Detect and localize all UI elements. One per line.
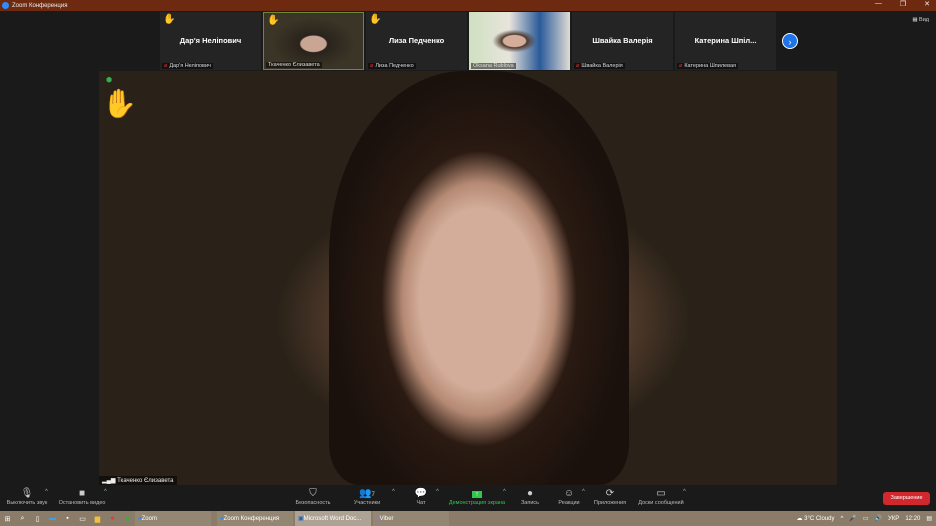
shield-icon: ⬢ — [106, 77, 113, 84]
search-icon[interactable]: ⌕ — [15, 515, 30, 523]
volume-icon[interactable]: 🔊 — [875, 515, 882, 522]
taskbar-word[interactable]: ▣ Microsoft Word Doc... — [295, 511, 371, 526]
participants-button[interactable]: 👥7 Участники — [337, 488, 397, 506]
close-button[interactable]: ✕ — [924, 0, 930, 8]
raised-hand-icon: ✋ — [102, 88, 137, 119]
participants-icon: 👥7 — [359, 488, 375, 499]
meeting-toolbar: 🎙 Выключить звук ^ ■ Остановить видео ^ ⛉ Б… — [0, 485, 936, 511]
keyboard-icon[interactable]: ▭ — [75, 515, 90, 523]
cloud-icon: ☁ — [796, 516, 805, 522]
taskbar-zoom[interactable]: ● Zoom — [135, 511, 211, 526]
next-page-button[interactable]: › — [782, 33, 798, 49]
clock[interactable]: 12:20 — [905, 516, 920, 522]
maximize-button[interactable]: ❐ — [900, 0, 906, 8]
muted-mic-icon: ⌀ — [370, 63, 374, 69]
minimize-button[interactable]: — — [875, 0, 882, 8]
camera-icon: ■ — [78, 488, 86, 499]
chat-icon: 💬 — [414, 488, 428, 499]
video-options-caret[interactable]: ^ — [104, 489, 107, 495]
participant-tile[interactable]: Швайка Валерія ⌀ Швайка Валерія — [572, 12, 673, 70]
signal-icon: ▂▄▆ — [102, 478, 118, 484]
raised-hand-icon: ✋ — [267, 15, 280, 26]
participant-tile[interactable]: Oksana Rublova — [469, 12, 570, 70]
muted-mic-icon: ⌀ — [164, 63, 168, 69]
window-title: Zoom Конференция — [12, 2, 68, 9]
taskbar-zoom-meeting[interactable]: ● Zoom Конференция — [217, 511, 293, 526]
windows-start-icon[interactable]: ⊞ — [0, 515, 15, 523]
chat-options-caret[interactable]: ^ — [436, 489, 439, 495]
language-indicator[interactable]: УКР — [888, 516, 899, 522]
view-button[interactable]: ▦ Вид — [912, 17, 929, 23]
participant-name: Лиза Педченко — [388, 36, 445, 45]
zoom-logo-icon — [2, 2, 9, 9]
mute-button[interactable]: 🎙 Выключить звук — [0, 488, 57, 506]
raised-hand-icon: ✋ — [369, 14, 382, 25]
app-icon[interactable]: ▪ — [60, 515, 75, 522]
chrome-icon[interactable]: ◉ — [120, 515, 135, 523]
security-button[interactable]: ⛉ Безопасность — [283, 488, 343, 506]
participant-tile[interactable]: ✋ Лиза Педченко ⌀ Лиза Педченко — [366, 12, 467, 70]
microphone-icon[interactable]: 🎤 — [849, 515, 856, 522]
participant-tile[interactable]: ✋ Ткаченко Єлизавета — [263, 12, 364, 70]
gallery-strip: ✋ Дар'я Неліпович ⌀ Дар'я Неліпович ✋ Ткачен… — [160, 12, 776, 70]
speaker-video — [329, 71, 629, 485]
participant-tile[interactable]: Катерина Шпіл... ⌀ Катерина Шпилевая — [675, 12, 776, 70]
participant-label: ⌀ Дар'я Неліпович — [162, 63, 213, 69]
taskbar-viber[interactable]: ● Viber — [373, 511, 449, 526]
raised-hand-icon: ✋ — [163, 14, 176, 25]
participant-name: Дар'я Неліпович — [179, 36, 242, 45]
participant-tile[interactable]: ✋ Дар'я Неліпович ⌀ Дар'я Неліпович — [160, 12, 261, 70]
whiteboard-icon: ▭ — [656, 488, 666, 499]
stop-video-button[interactable]: ■ Остановить видео — [52, 488, 112, 506]
show-hidden-icons[interactable]: ^ — [841, 516, 844, 522]
mail-icon[interactable]: ▬ — [45, 515, 60, 522]
shield-icon: ⛉ — [309, 488, 317, 499]
whiteboard-options-caret[interactable]: ^ — [683, 489, 686, 495]
system-tray: ☁ 3°C Cloudy ^ 🎤 ▭ 🔊 УКР 12:20 ▤ — [796, 511, 932, 526]
participant-name: Катерина Шпіл... — [694, 36, 757, 45]
muted-mic-icon: ⌀ — [576, 63, 580, 69]
participant-label: ⌀ Лиза Педченко — [368, 63, 416, 69]
whiteboards-button[interactable]: ▭ Доски сообщений — [631, 488, 691, 506]
task-view-icon[interactable]: ▯ — [30, 515, 45, 523]
microphone-icon: 🎙 — [20, 488, 34, 499]
share-screen-button[interactable]: ↑ Демонстрация экрана — [447, 488, 507, 506]
share-screen-icon: ↑ — [447, 488, 507, 500]
end-meeting-button[interactable]: Завершение — [883, 492, 930, 505]
participant-label: Oksana Rublova — [471, 63, 516, 69]
speaker-label: ▂▄▆ Ткаченко Єлизавета — [99, 476, 177, 485]
chat-button[interactable]: 💬 Чат — [391, 488, 451, 506]
audio-options-caret[interactable]: ^ — [45, 489, 48, 495]
muted-mic-icon: ⌀ — [679, 63, 683, 69]
main-video: ⬢ ✋ ▂▄▆ Ткаченко Єлизавета — [99, 71, 837, 485]
file-explorer-icon[interactable]: ▆ — [90, 515, 105, 523]
participant-name: Швайка Валерія — [592, 36, 653, 45]
opera-icon[interactable]: ● — [105, 515, 120, 522]
title-bar: Zoom Конференция — ❐ ✕ — [0, 0, 936, 11]
network-icon[interactable]: ▭ — [863, 515, 869, 522]
notifications-icon[interactable]: ▤ — [926, 515, 932, 522]
participant-label: ⌀ Швайка Валерія — [574, 63, 625, 69]
windows-taskbar: ⊞ ⌕ ▯ ▬ ▪ ▭ ▆ ● ◉ ● Zoom ● Zoom Конферен… — [0, 511, 936, 526]
weather-widget[interactable]: ☁ 3°C Cloudy — [796, 515, 834, 522]
participant-label: Ткаченко Єлизавета — [266, 62, 322, 68]
participant-label: ⌀ Катерина Шпилевая — [677, 63, 738, 69]
